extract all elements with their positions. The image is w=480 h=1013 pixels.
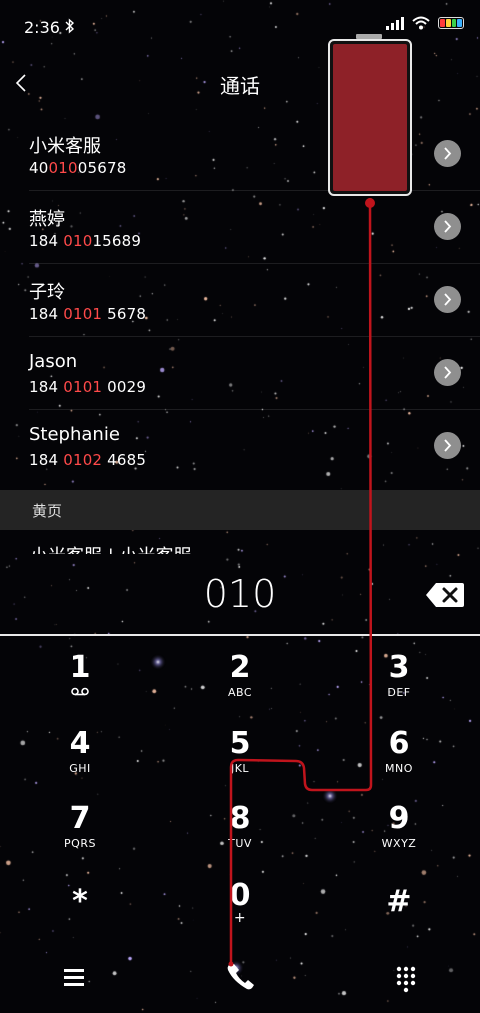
signal-icon bbox=[386, 16, 404, 30]
key-digit: 2 bbox=[229, 650, 251, 685]
chevron-right-icon[interactable] bbox=[434, 286, 461, 313]
contact-name: Jason bbox=[29, 351, 78, 372]
contact-number: 184 01015689 bbox=[29, 232, 142, 250]
key-star[interactable]: * bbox=[25, 886, 135, 954]
key-letters: PQRS bbox=[64, 837, 96, 850]
key-7[interactable]: 7 PQRS bbox=[25, 803, 135, 871]
key-6[interactable]: 6 MNO bbox=[344, 728, 454, 796]
key-0[interactable]: 0 + bbox=[185, 880, 295, 948]
key-3[interactable]: 3 DEF bbox=[344, 652, 454, 720]
key-letters: DEF bbox=[387, 686, 411, 699]
call-row-3[interactable]: Jason 184 0101 0029 bbox=[0, 337, 480, 410]
chevron-right-icon[interactable] bbox=[434, 359, 461, 386]
chevron-right-icon[interactable] bbox=[434, 140, 461, 167]
key-digit: * bbox=[72, 884, 88, 919]
key-digit: 0 bbox=[229, 878, 251, 913]
key-hash[interactable]: # bbox=[344, 886, 454, 954]
key-digit: 8 bbox=[229, 801, 251, 836]
menu-icon[interactable] bbox=[54, 957, 94, 997]
key-letters: GHI bbox=[69, 762, 91, 775]
key-digit: 7 bbox=[69, 801, 91, 836]
contact-name: Stephanie bbox=[29, 424, 120, 445]
call-row-0[interactable]: 小米客服 4001005678 bbox=[0, 118, 480, 191]
key-2[interactable]: 2 ABC bbox=[185, 652, 295, 720]
bluetooth-icon bbox=[65, 18, 75, 38]
contact-name: 小米客服 bbox=[29, 136, 101, 157]
call-row-4[interactable]: Stephanie 184 0102 4685 bbox=[0, 410, 480, 483]
key-letters: ABC bbox=[227, 686, 253, 699]
key-letters: JKL bbox=[230, 762, 250, 775]
key-8[interactable]: 8 TUV bbox=[185, 803, 295, 871]
key-9[interactable]: 9 WXYZ bbox=[344, 803, 454, 871]
key-letters: MNO bbox=[385, 762, 413, 775]
key-digit: 1 bbox=[69, 650, 91, 685]
dial-divider bbox=[0, 634, 480, 636]
yellow-pages-item-text: 小米客服 | 小米客服 bbox=[30, 542, 330, 554]
wifi-icon bbox=[412, 16, 430, 30]
phone-call-icon[interactable] bbox=[220, 957, 260, 997]
contact-number: 184 0101 5678 bbox=[29, 305, 147, 323]
contact-name: 子玲 bbox=[29, 282, 65, 303]
key-letters: + bbox=[233, 910, 247, 926]
yellow-pages-item[interactable]: 小米客服 | 小米客服 bbox=[30, 538, 330, 554]
key-digit: 9 bbox=[388, 801, 410, 836]
key-4[interactable]: 4 GHI bbox=[25, 728, 135, 796]
key-digit: 5 bbox=[229, 726, 251, 761]
key-5[interactable]: 5 JKL bbox=[185, 728, 295, 796]
section-header-yellow-pages: 黄页 bbox=[0, 490, 480, 530]
contact-number: 4001005678 bbox=[29, 159, 127, 177]
voicemail-icon bbox=[25, 686, 135, 699]
key-digit: 6 bbox=[388, 726, 410, 761]
status-time: 2:36 bbox=[24, 18, 60, 37]
chevron-right-icon[interactable] bbox=[434, 213, 461, 240]
contact-number: 184 0102 4685 bbox=[29, 451, 147, 469]
dial-input-display[interactable]: 010 bbox=[0, 572, 480, 616]
page-title: 通话 bbox=[220, 74, 260, 98]
key-letters: TUV bbox=[228, 837, 252, 850]
chevron-right-icon[interactable] bbox=[434, 432, 461, 459]
backspace-icon[interactable] bbox=[425, 580, 465, 610]
section-label: 黄页 bbox=[32, 502, 63, 520]
key-1[interactable]: 1 bbox=[25, 652, 135, 720]
contact-number: 184 0101 0029 bbox=[29, 378, 147, 396]
key-digit: 4 bbox=[69, 726, 91, 761]
keypad-icon[interactable] bbox=[386, 957, 426, 997]
key-digit: 3 bbox=[388, 650, 410, 685]
call-row-1[interactable]: 燕婷 184 01015689 bbox=[0, 191, 480, 264]
key-letters: WXYZ bbox=[381, 837, 417, 850]
key-digit: # bbox=[386, 884, 412, 919]
battery-icon bbox=[438, 17, 464, 29]
call-row-2[interactable]: 子玲 184 0101 5678 bbox=[0, 264, 480, 337]
status-icons bbox=[386, 16, 464, 30]
contact-name: 燕婷 bbox=[29, 209, 65, 230]
